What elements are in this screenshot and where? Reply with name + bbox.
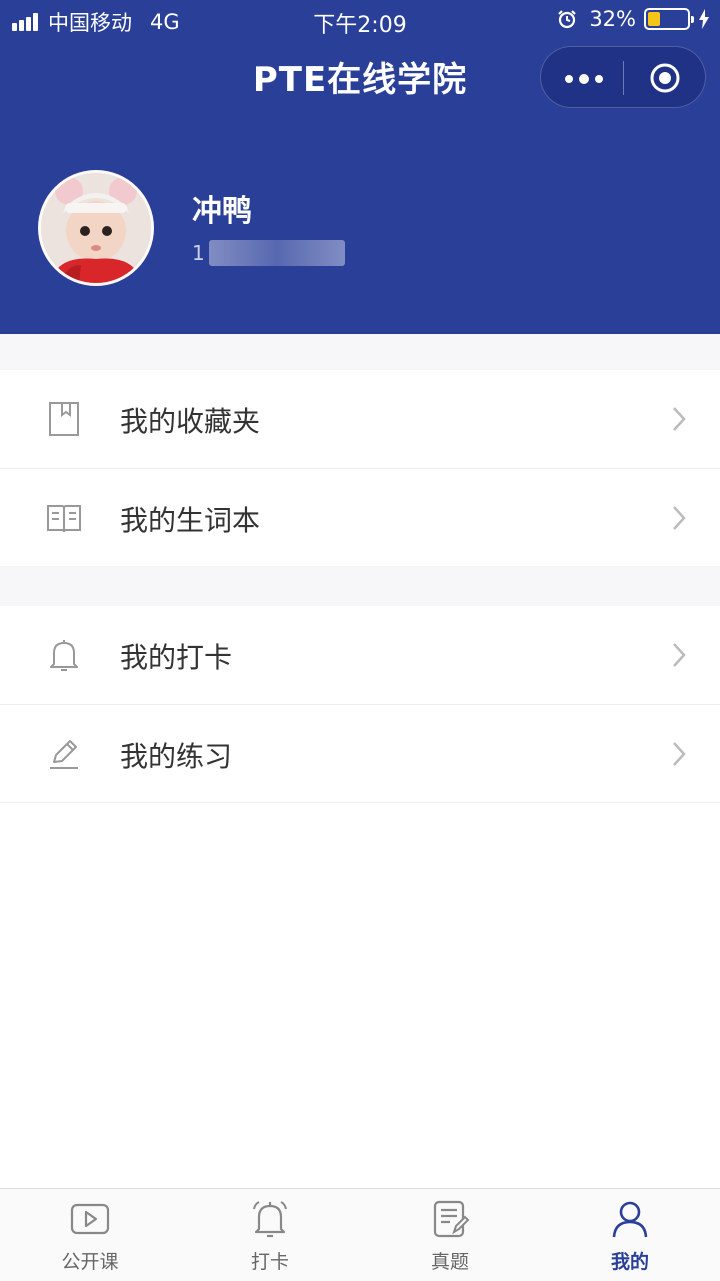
tab-label: 我的 <box>610 1251 649 1273</box>
tab-label: 公开课 <box>61 1251 119 1273</box>
chevron-right-icon <box>673 742 686 766</box>
menu-item-label: 我的练习 <box>120 740 233 773</box>
open-book-icon <box>47 505 81 533</box>
miniprogram-capsule <box>540 46 706 108</box>
pencil-icon <box>50 740 78 769</box>
battery-percent: 32% <box>589 7 636 31</box>
phone-blurred-mask <box>208 240 345 266</box>
user-icon <box>612 1201 648 1238</box>
menu-item-vocabulary[interactable]: 我的生词本 <box>0 469 720 567</box>
more-options-button[interactable] <box>565 74 609 84</box>
charging-bolt-icon <box>699 9 709 29</box>
alarm-clock-icon <box>558 10 577 29</box>
section-gap <box>0 566 720 606</box>
chevron-right-icon <box>673 506 686 530</box>
profile-header: 中国移动 4G 下午2:09 32% PTE在线学院 冲鸭 1 <box>0 0 720 334</box>
document-edit-icon <box>433 1200 470 1238</box>
tab-open-courses[interactable]: 公开课 <box>0 1189 180 1281</box>
tab-checkin[interactable]: 打卡 <box>180 1189 360 1281</box>
menu-item-label: 我的打卡 <box>120 641 233 674</box>
close-miniprogram-icon[interactable] <box>649 62 681 94</box>
bell-icon <box>50 640 78 671</box>
section-gap <box>0 334 720 370</box>
menu-item-practice[interactable]: 我的练习 <box>0 705 720 803</box>
tab-mine[interactable]: 我的 <box>540 1189 720 1281</box>
user-name: 冲鸭 <box>192 194 252 229</box>
tab-label: 真题 <box>430 1251 469 1273</box>
user-phone: 1 <box>192 240 345 266</box>
bookmark-icon <box>49 402 79 436</box>
bell-icon <box>253 1201 287 1238</box>
battery-icon <box>644 8 694 30</box>
chevron-right-icon <box>673 407 686 431</box>
tab-real-exams[interactable]: 真题 <box>360 1189 540 1281</box>
tab-label: 打卡 <box>250 1251 289 1273</box>
menu-item-checkin[interactable]: 我的打卡 <box>0 606 720 704</box>
status-bar: 中国移动 4G 下午2:09 32% <box>0 0 720 40</box>
phone-visible-digit: 1 <box>192 241 205 265</box>
chevron-right-icon <box>673 643 686 667</box>
menu-item-label: 我的收藏夹 <box>120 405 261 438</box>
video-play-icon <box>70 1203 110 1235</box>
avatar-photo-icon <box>41 173 151 283</box>
menu-item-label: 我的生词本 <box>120 504 261 537</box>
bottom-tab-bar: 公开课 打卡 真题 我的 <box>0 1188 720 1281</box>
avatar[interactable] <box>38 170 154 286</box>
menu-item-favorites[interactable]: 我的收藏夹 <box>0 370 720 468</box>
